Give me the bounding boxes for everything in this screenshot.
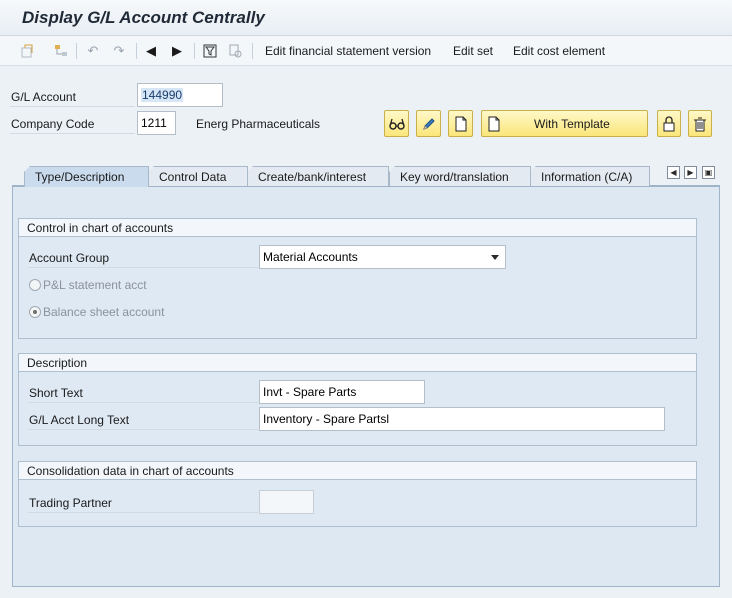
consolidation-group-title: Consolidation data in chart of accounts [19,462,696,480]
account-group-label: Account Group [29,251,110,265]
hierarchy-icon[interactable] [52,42,70,60]
edit-cost-element-link[interactable]: Edit cost element [513,44,605,58]
tab-list-button[interactable]: ▣ [702,166,715,179]
window-title: Display G/L Account Centrally [22,8,265,27]
account-group-value: Material Accounts [263,250,358,264]
chevron-down-icon [491,255,499,260]
long-text-label: G/L Acct Long Text [29,413,130,427]
company-name: Energ Pharmaceuticals [196,117,321,131]
application-toolbar: ↶ ↷ ◀ ▶ Edit financial statement version… [0,36,732,66]
tab-information-ca[interactable]: Information (C/A) [530,166,650,186]
pl-statement-radio[interactable] [29,279,41,291]
company-code-label: Company Code [11,117,95,131]
tab-scroll-right-button[interactable]: ▶ [684,166,697,179]
trading-partner-label: Trading Partner [29,496,112,510]
gl-account-label: G/L Account [11,90,76,104]
control-group-title: Control in chart of accounts [19,219,696,237]
filter-icon[interactable] [201,42,219,60]
chevron-left-icon: ◀ [670,168,677,177]
pencil-icon [421,116,437,132]
trading-partner-input[interactable] [259,490,314,514]
display-glasses-icon [388,117,406,131]
template-document-icon [487,116,501,132]
blank-document-icon [454,116,468,132]
short-text-input[interactable]: Invt - Spare Parts [259,380,425,404]
account-group-dropdown[interactable]: Material Accounts [259,245,506,269]
chevron-right-icon: ▶ [687,168,694,177]
tab-strip: Type/Description Control Data Create/ban… [12,164,720,187]
delete-button[interactable] [688,110,712,137]
display-object-icon[interactable] [226,42,244,60]
edit-fs-version-link[interactable]: Edit financial statement version [265,44,431,58]
balance-sheet-radio[interactable] [29,306,41,318]
long-text-input[interactable]: Inventory - Spare Partsl [259,407,665,431]
edit-set-link[interactable]: Edit set [453,44,493,58]
tab-type-description[interactable]: Type/Description [24,166,149,187]
glasses-button[interactable] [384,110,409,137]
gl-account-input[interactable]: 144990 [137,83,223,107]
consolidation-group: Consolidation data in chart of accounts … [18,461,697,527]
pl-statement-label: P&L statement acct [43,278,147,292]
redo-icon[interactable]: ↷ [110,42,128,60]
with-template-button[interactable]: With Template [481,110,648,137]
undo-icon[interactable]: ↶ [84,42,102,60]
tab-scroll-left-button[interactable]: ◀ [667,166,680,179]
create-button[interactable] [448,110,473,137]
other-object-icon[interactable] [18,42,36,60]
tab-panel: Control in chart of accounts Account Gro… [12,186,720,587]
control-group: Control in chart of accounts Account Gro… [18,218,697,339]
tab-create-bank-interest[interactable]: Create/bank/interest [247,166,389,186]
trash-icon [693,116,707,132]
tab-key-word-translation[interactable]: Key word/translation [389,166,531,186]
lock-icon [662,115,676,132]
tab-list-icon: ▣ [704,168,713,177]
next-icon[interactable]: ▶ [168,42,186,60]
description-group: Description Short Text Invt - Spare Part… [18,353,697,446]
short-text-label: Short Text [29,386,83,400]
block-button[interactable] [657,110,681,137]
balance-sheet-label: Balance sheet account [43,305,165,319]
tab-control-data[interactable]: Control Data [148,166,248,186]
title-bar: Display G/L Account Centrally [0,0,732,36]
description-group-title: Description [19,354,696,372]
previous-icon[interactable]: ◀ [142,42,160,60]
with-template-label: With Template [534,116,610,131]
change-button[interactable] [416,110,441,137]
company-code-input[interactable]: 1211 [137,111,176,135]
